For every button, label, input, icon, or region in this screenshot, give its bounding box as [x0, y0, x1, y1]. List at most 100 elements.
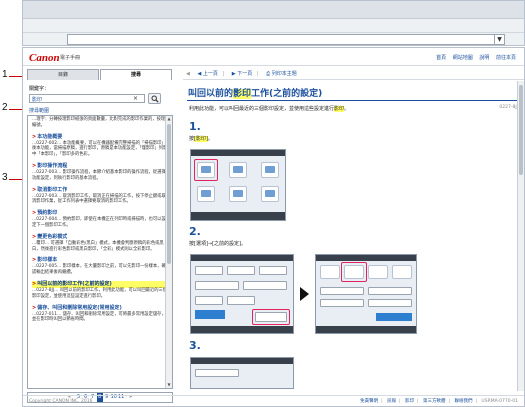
search-result-title-text: 叫回以前的影印工作(之前的設定) — [37, 280, 112, 287]
chevron-right-icon: > — [32, 210, 37, 217]
search-box[interactable]: × — [29, 94, 145, 103]
search-range-link[interactable]: 搜尋範圍 — [29, 107, 49, 114]
chevron-right-icon: > — [32, 280, 37, 287]
search-result-snippet: …理字：分轉按理影印紙張的頁面數量，比對完成的影印作業的，按理編號。 — [32, 117, 166, 128]
tab-search[interactable]: 搜尋 — [100, 69, 172, 80]
function-tile — [229, 186, 247, 202]
step-1-text: 按[影印]。 — [189, 135, 213, 142]
search-result-snippet: …0227-003… 影印操作流程，本節介紹基本影印的操作流程，從選擇功能設定，… — [32, 169, 166, 181]
header-link-sitemap[interactable]: 網站地圖 — [453, 55, 473, 61]
search-result-title-text: 預約影印 — [37, 210, 58, 217]
search-result-item[interactable]: >預約影印 …0227-004… 預約影印，即使在本機正在列印時或掃描時，也可以設… — [28, 209, 172, 229]
chevron-right-icon: > — [32, 133, 37, 140]
step-3-number: 3. — [189, 339, 201, 352]
chevron-right-icon: > — [32, 304, 37, 311]
search-result-title[interactable]: >影印操作流程 — [32, 163, 168, 170]
search-result-title-text: 本功能概要 — [37, 133, 63, 140]
search-button[interactable] — [148, 93, 161, 104]
separator: | — [475, 399, 477, 404]
step-text-highlight: [影印] — [194, 136, 208, 142]
function-tile-icon — [233, 166, 243, 173]
search-result-item[interactable]: >儲存、叫回和刪除常用設定(常用設定) …0227-011… 儲存、叫回和刪除常用… — [28, 304, 172, 324]
screen-button — [195, 266, 223, 275]
search-result-title[interactable]: >儲存、叫回和刪除常用設定(常用設定) — [32, 305, 168, 312]
search-result-item[interactable]: >本功能概要 …0227-002… 本功能概要，可以在機器配備完整掃描的「掃描影印… — [28, 133, 172, 158]
canon-logo[interactable]: Canon — [29, 52, 60, 64]
search-result-snippet: …0227-011… 儲存、叫回和刪除常用設定，可將最多常用設定儲存，並在影印時… — [32, 311, 166, 323]
search-result-title[interactable]: >本功能概要 — [32, 134, 168, 141]
search-result-item[interactable]: >影印樣本 …0227-005… 影印樣本，在大量影印之前，可以先影印一份樣本，確… — [28, 256, 172, 276]
footer-link[interactable]: 訊報 — [387, 399, 396, 404]
callout-3: 3 — [2, 172, 8, 183]
prev-page-link[interactable]: ◀ 上一頁 — [197, 71, 217, 77]
function-tile-icon — [265, 166, 275, 173]
search-results-list: …理字：分轉按理影印紙張的頁面數量，比對完成的影印作業的，按理編號。 >本功能概要… — [27, 115, 173, 389]
copyright: Copyright CANON INC. 2016 — [29, 399, 93, 404]
scroll-up-icon[interactable]: ▲ — [166, 116, 172, 122]
article-scrollbar[interactable] — [517, 81, 524, 391]
header-links: 首頁 網站地圖 說明 前往本頁 — [431, 54, 516, 61]
search-result-title-text: 取消影印工作 — [37, 186, 68, 193]
search-result-title-text: 影印操作流程 — [37, 162, 68, 169]
header-link-help[interactable]: 說明 — [479, 55, 489, 61]
article-pane: ◀ ◀ 上一頁 | ▶ 下一頁 | ⎙ 列印本主題 叫回以前的影印工作(之前的設… — [183, 69, 524, 403]
browser-window: ▼ 1 2 3 Canon 電子手冊 首頁 網站地圖 說明 前往本頁 目錄 搜尋… — [0, 0, 525, 407]
screen-button — [243, 281, 287, 290]
chevron-right-icon: > — [32, 233, 37, 240]
screen-button — [320, 299, 364, 307]
header-link-goto[interactable]: 前往本頁 — [496, 55, 516, 61]
next-page-link[interactable]: ▶ 下一頁 — [232, 71, 252, 77]
scroll-thumb[interactable] — [167, 124, 171, 264]
search-result-item[interactable]: …理字：分轉按理影印紙張的頁面數量，比對完成的影印作業的，按理編號。 — [28, 116, 172, 129]
search-result-title[interactable]: >變更色彩模式 — [32, 234, 168, 241]
clear-icon[interactable]: × — [133, 95, 138, 103]
intro-part: 利用此功能，可以叫回最近的三個影印設定，並使用這些設定進行 — [189, 106, 335, 112]
step-2-text: 按[選項]→[之前的設定]。 — [189, 241, 246, 247]
search-result-item[interactable]: >變更色彩模式 …覆印… 可選擇「自動彩色/黑白」模式，本機會判斷原稿的彩色或黑白… — [28, 233, 172, 253]
search-result-snippet: …0227-005… 影印樣本，在大量影印之前，可以先影印一份樣本，確認輸出結果… — [32, 264, 166, 276]
page-footer: Copyright CANON INC. 2016 免責聲明 | 訊報 | 影印 | … — [23, 395, 524, 406]
function-tile — [261, 162, 279, 178]
footer-link[interactable]: 免責聲明 — [360, 399, 378, 404]
page-title-part: 叫回以前的 — [188, 89, 234, 99]
separator: | — [417, 399, 419, 404]
header-link-home[interactable]: 首頁 — [436, 55, 446, 61]
screen-status-bar — [191, 358, 293, 364]
footer-link[interactable]: 聯絡我們 — [454, 399, 472, 404]
footer-link[interactable]: 影印 — [405, 399, 414, 404]
callout-2: 2 — [2, 102, 8, 113]
screen-button — [227, 296, 255, 305]
chevron-right-icon: > — [32, 186, 37, 193]
scroll-down-icon[interactable]: ▼ — [166, 382, 172, 388]
prev-page-label: 上一頁 — [202, 71, 218, 77]
address-bar[interactable]: ▼ — [67, 34, 505, 45]
step-1-number: 1. — [189, 120, 201, 133]
search-result-item[interactable]: >影印操作流程 …0227-003… 影印操作流程，本節介紹基本影印的操作流程，從… — [28, 162, 172, 182]
search-result-item[interactable]: >叫回以前的影印工作(之前的設定) …0227-8JJ… 叫回以前的影印工作，利用… — [28, 280, 172, 300]
screen-button — [195, 296, 223, 305]
search-result-item[interactable]: >取消影印工作 …0227-003… 取消影印工作，取消正在掃描的工作，按下停止鍵… — [28, 186, 172, 206]
address-dropdown-icon[interactable]: ▼ — [494, 35, 504, 44]
screen-button — [368, 299, 412, 307]
intro-highlight: 影印 — [334, 106, 345, 112]
footer-link[interactable]: 第三方軟體 — [423, 399, 446, 404]
search-result-title[interactable]: >取消影印工作 — [32, 187, 168, 194]
print-topic-link[interactable]: ⎙ 列印本主題 — [266, 71, 297, 77]
search-result-snippet: …覆印… 可選擇「自動彩色/黑白」模式，本機會判斷原稿的彩色或黑白，然後進行彩色… — [32, 240, 164, 252]
step-2-number: 2. — [189, 225, 201, 238]
search-result-snippet: …0227-002… 本功能概要，可以在機器配備完整掃描的「掃描影印」後本功能，… — [32, 140, 168, 158]
arrow-right-icon — [300, 287, 309, 301]
article-scroll-thumb[interactable] — [519, 85, 523, 175]
tab-contents[interactable]: 目錄 — [27, 69, 99, 80]
search-label: 關鍵字： — [29, 86, 50, 92]
browser-toolbar — [23, 19, 524, 33]
screen-button — [368, 287, 412, 295]
highlight-box — [341, 262, 367, 282]
search-result-title[interactable]: >叫回以前的影印工作(之前的設定) — [32, 280, 168, 288]
collapse-icon[interactable]: ◀ — [186, 71, 190, 77]
screen-button — [195, 369, 239, 377]
function-tile — [261, 186, 279, 202]
search-input[interactable] — [32, 96, 122, 102]
callout-1: 1 — [2, 69, 8, 80]
results-scrollbar[interactable]: ▲ ▼ — [165, 116, 172, 388]
